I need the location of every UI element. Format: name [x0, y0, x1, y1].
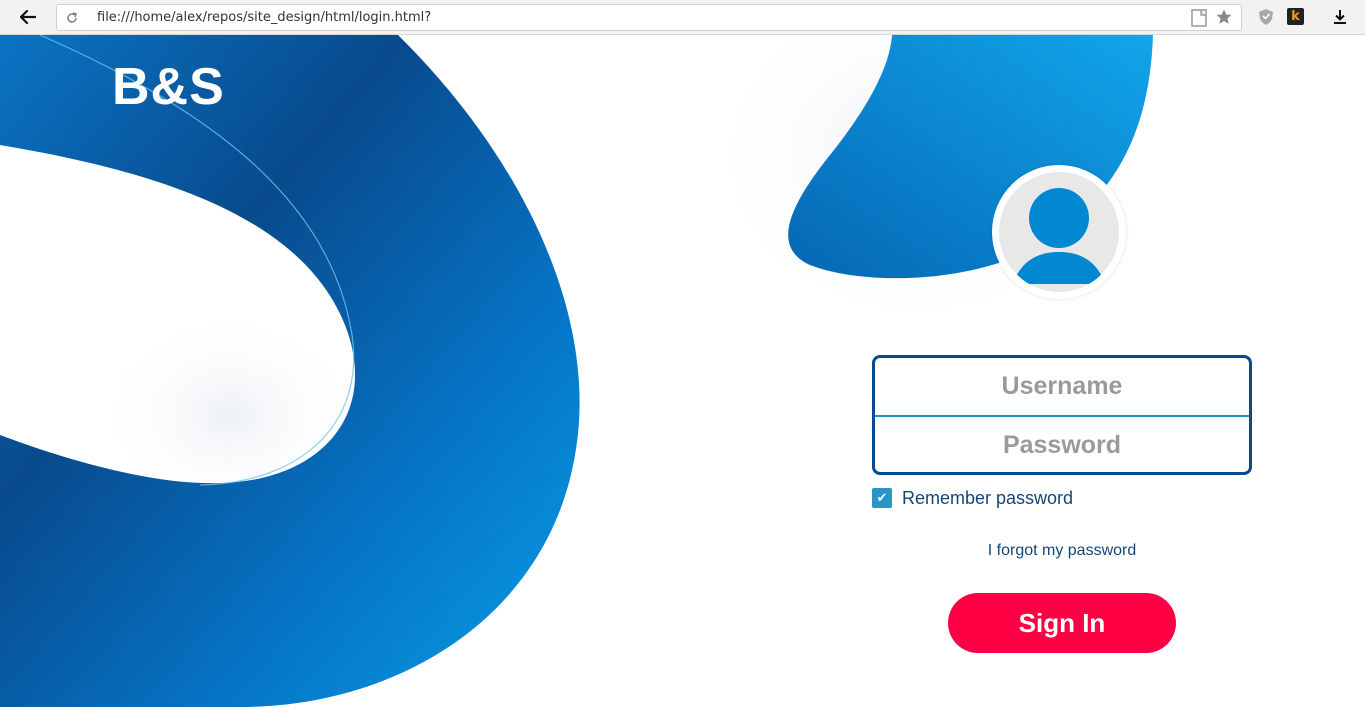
username-input[interactable]	[875, 358, 1249, 415]
sign-in-button[interactable]: Sign In	[948, 593, 1176, 653]
login-page: B&S ✔ Remember password I forgot my pass…	[0, 35, 1365, 707]
download-icon[interactable]	[1331, 8, 1349, 26]
url-text[interactable]: file:///home/alex/repos/site_design/html…	[97, 10, 431, 25]
page-icon[interactable]	[1191, 9, 1207, 27]
brand-logo: B&S	[112, 58, 225, 116]
checkmark-icon: ✔	[876, 490, 888, 506]
k-extension-icon[interactable]: k	[1287, 8, 1304, 25]
password-input[interactable]	[875, 417, 1249, 472]
remember-password-row: ✔ Remember password	[872, 487, 1073, 509]
back-arrow-icon	[20, 10, 36, 24]
remember-checkbox[interactable]: ✔	[872, 488, 892, 508]
user-icon	[1013, 188, 1105, 284]
address-bar[interactable]: file:///home/alex/repos/site_design/html…	[56, 4, 1242, 31]
avatar	[999, 172, 1119, 292]
remember-label[interactable]: Remember password	[902, 488, 1073, 509]
star-icon[interactable]	[1215, 8, 1233, 26]
reload-icon[interactable]	[65, 11, 79, 25]
shield-icon[interactable]	[1257, 8, 1275, 26]
back-button[interactable]	[16, 7, 40, 27]
avatar-frame	[992, 165, 1126, 299]
login-form	[872, 355, 1252, 475]
browser-toolbar: file:///home/alex/repos/site_design/html…	[0, 0, 1365, 35]
forgot-password-link[interactable]: I forgot my password	[872, 542, 1252, 560]
